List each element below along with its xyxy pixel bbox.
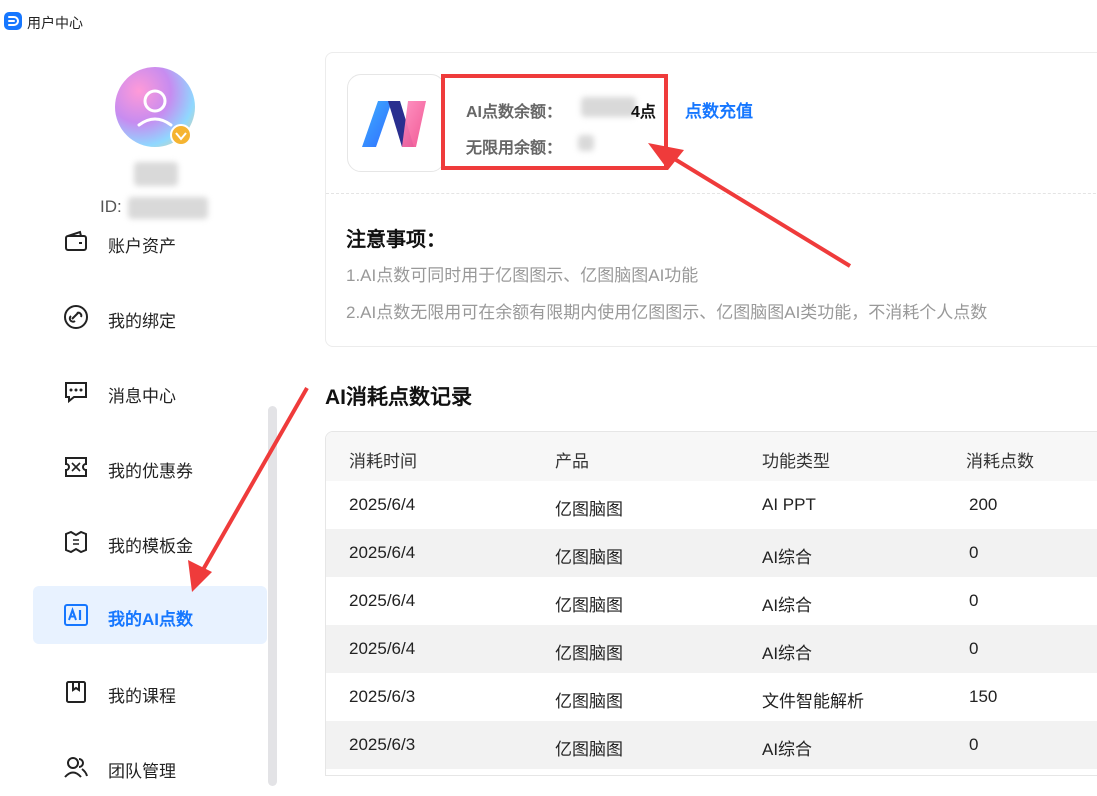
annotation-arrows (188, 143, 852, 592)
arrow-to-balance (648, 143, 852, 268)
arrow-to-ai-points (188, 387, 309, 592)
